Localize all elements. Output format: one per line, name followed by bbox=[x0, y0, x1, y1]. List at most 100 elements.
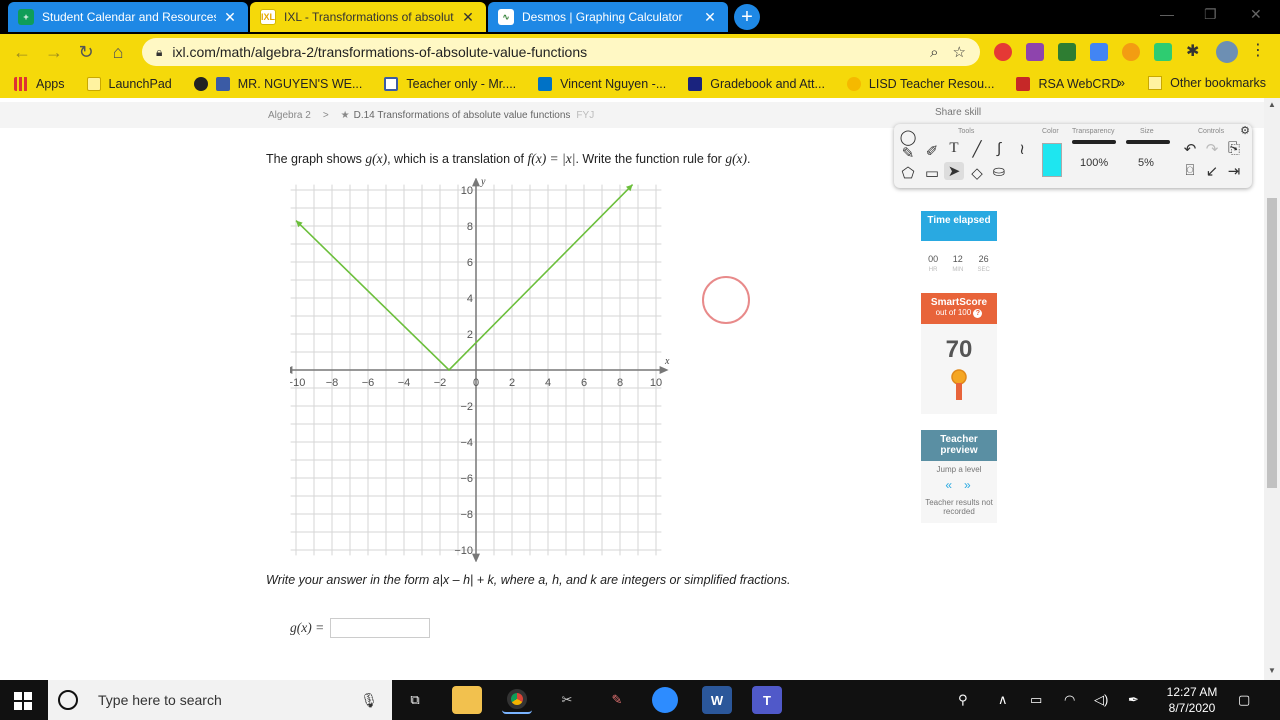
pointer-tool-icon[interactable]: ➤ bbox=[944, 162, 964, 180]
extension-translate-icon[interactable] bbox=[1090, 43, 1108, 61]
window-close-icon[interactable]: ✕ bbox=[1250, 6, 1262, 23]
timer-seconds: 26 SEC bbox=[977, 254, 990, 273]
tab-ixl[interactable]: IXL IXL - Transformations of absolute ✕ bbox=[250, 2, 486, 32]
squiggle-tool-icon[interactable]: ≀ bbox=[1012, 140, 1032, 158]
avatar[interactable] bbox=[1216, 41, 1238, 63]
back-icon[interactable]: ← bbox=[10, 40, 34, 64]
omnibox[interactable]: 🔒︎ ixl.com/math/algebra-2/transformation… bbox=[142, 38, 980, 66]
polygon-tool-icon[interactable]: ⬠ bbox=[898, 164, 918, 182]
graph-line bbox=[295, 184, 634, 372]
zoom-app-icon[interactable] bbox=[652, 687, 678, 713]
bookmark-lisd[interactable]: LISD Teacher Resou... bbox=[846, 77, 994, 91]
question-text: The graph shows g(x), which is a transla… bbox=[266, 151, 751, 166]
extension-record-icon[interactable] bbox=[994, 43, 1012, 61]
teams-icon[interactable]: T bbox=[752, 686, 782, 714]
battery-icon[interactable]: ▭ bbox=[1030, 692, 1042, 708]
maximize-icon[interactable]: ❐ bbox=[1204, 6, 1217, 23]
bookmark-apps[interactable]: Apps bbox=[14, 77, 65, 91]
new-tab-button[interactable]: + bbox=[734, 4, 760, 30]
line-tool-icon[interactable]: ╱ bbox=[967, 140, 987, 158]
scroll-down-icon[interactable]: ▼ bbox=[1264, 666, 1280, 675]
tac-icon bbox=[688, 77, 703, 91]
word-icon[interactable]: W bbox=[702, 686, 732, 714]
scroll-thumb[interactable] bbox=[1267, 198, 1277, 488]
bookmarks-bar: Apps LaunchPad MR. NGUYEN'S WE... Teache… bbox=[0, 70, 1280, 98]
camera-icon[interactable]: ⌼ bbox=[1180, 162, 1200, 179]
share-skill-link[interactable]: Share skill bbox=[935, 107, 981, 118]
text-tool-icon[interactable]: T bbox=[944, 140, 964, 157]
smartscore-box: 70 bbox=[921, 324, 997, 414]
redo-icon[interactable]: ↷ bbox=[1202, 140, 1222, 158]
clear-page-icon[interactable]: ⎘ bbox=[1224, 140, 1244, 157]
eraser-icon[interactable]: ◇ bbox=[967, 164, 987, 182]
tab-student-calendar[interactable]: + Student Calendar and Resources ✕ bbox=[8, 2, 248, 32]
bookmark-teacher-only[interactable]: Teacher only - Mr.... bbox=[384, 77, 516, 91]
star-icon[interactable]: ★ bbox=[341, 110, 350, 121]
people-icon[interactable]: ⚲ bbox=[958, 692, 968, 708]
size-slider[interactable] bbox=[1126, 140, 1170, 144]
wifi-icon[interactable]: ◠ bbox=[1064, 692, 1075, 708]
desmos-icon: ∿ bbox=[498, 9, 514, 25]
breadcrumb-course[interactable]: Algebra 2 bbox=[268, 110, 311, 121]
menu-icon[interactable]: ⋮ bbox=[1250, 40, 1268, 59]
puzzle-icon[interactable]: ✱ bbox=[1186, 41, 1204, 60]
color-label: Color bbox=[1042, 128, 1059, 135]
tab-desmos[interactable]: ∿ Desmos | Graphing Calculator ✕ bbox=[488, 2, 728, 32]
curve-tool-icon[interactable]: ∫ bbox=[989, 140, 1009, 157]
bookmark-nguyen-web[interactable]: MR. NGUYEN'S WE... bbox=[193, 77, 362, 91]
close-icon[interactable]: ✕ bbox=[460, 9, 476, 26]
more-bookmarks-icon[interactable]: » bbox=[1118, 76, 1125, 90]
level-up-icon[interactable]: » bbox=[964, 478, 983, 492]
scroll-up-icon[interactable]: ▲ bbox=[1264, 100, 1280, 109]
windows-start-icon[interactable] bbox=[14, 692, 32, 710]
transparency-slider[interactable] bbox=[1072, 140, 1116, 144]
pen-icon[interactable]: ✎ bbox=[898, 144, 918, 162]
settings-gear-icon[interactable]: ⚙ bbox=[1238, 124, 1252, 137]
extension-fw-icon[interactable] bbox=[1026, 43, 1044, 61]
tray-chevron-icon[interactable]: ∧ bbox=[998, 692, 1008, 708]
other-bookmarks[interactable]: Other bookmarks bbox=[1148, 76, 1266, 90]
level-down-icon[interactable]: « bbox=[945, 478, 964, 492]
highlighter-icon[interactable]: ✐ bbox=[922, 142, 942, 160]
info-icon[interactable]: ? bbox=[973, 309, 983, 318]
bookmark-vincent[interactable]: Vincent Nguyen -... bbox=[538, 77, 666, 91]
chrome-icon[interactable] bbox=[502, 686, 532, 714]
star-icon[interactable]: ☆ bbox=[953, 43, 966, 61]
file-explorer-icon[interactable] bbox=[452, 686, 482, 714]
microphone-icon[interactable]: 🎙︎ bbox=[360, 692, 378, 709]
paint-icon[interactable]: ✎ bbox=[602, 686, 632, 714]
pen-workspace-icon[interactable]: ✒ bbox=[1128, 692, 1139, 708]
exit-icon[interactable]: ⇥ bbox=[1224, 162, 1244, 180]
zoom-icon[interactable]: ⌕ bbox=[930, 44, 938, 61]
fill-bucket-icon[interactable]: ⛀ bbox=[989, 162, 1009, 180]
taskbar-search[interactable]: Type here to search 🎙︎ bbox=[48, 680, 392, 720]
minimize-icon[interactable]: — bbox=[1160, 6, 1174, 22]
breadcrumb-skill: D.14 Transformations of absolute value f… bbox=[353, 109, 571, 121]
rectangle-tool-icon[interactable]: ▭ bbox=[922, 164, 942, 182]
cortana-icon bbox=[58, 690, 78, 710]
color-swatch[interactable] bbox=[1042, 143, 1062, 177]
bookmark-rsa[interactable]: RSA WebCRD bbox=[1016, 77, 1120, 91]
extension-icon[interactable] bbox=[1122, 43, 1140, 61]
home-icon[interactable]: ⌂ bbox=[106, 40, 130, 64]
y-tick-label: −10 bbox=[454, 545, 473, 557]
undo-icon[interactable]: ↶ bbox=[1180, 140, 1200, 158]
close-icon[interactable]: ✕ bbox=[222, 9, 238, 26]
tools-label: Tools bbox=[958, 128, 975, 135]
extension-icon[interactable] bbox=[1154, 43, 1172, 61]
answer-row: g(x) = bbox=[290, 618, 431, 638]
close-icon[interactable]: ✕ bbox=[702, 9, 718, 26]
minimize-toolbox-icon[interactable]: ↙ bbox=[1202, 162, 1222, 180]
task-view-icon[interactable]: ⧉ bbox=[400, 686, 430, 714]
volume-icon[interactable]: ◁) bbox=[1094, 692, 1108, 708]
extension-icon[interactable] bbox=[1058, 43, 1076, 61]
page-scrollbar[interactable]: ▲ ▼ bbox=[1264, 98, 1280, 680]
snipping-tool-icon[interactable]: ✂ bbox=[552, 686, 582, 714]
reload-icon[interactable]: ↻ bbox=[74, 40, 98, 64]
taskbar-clock[interactable]: 12:27 AM 8/7/2020 bbox=[1156, 684, 1228, 716]
bookmark-gradebook[interactable]: Gradebook and Att... bbox=[688, 77, 825, 91]
notifications-icon[interactable]: ▢ bbox=[1238, 692, 1250, 708]
bookmark-launchpad[interactable]: LaunchPad bbox=[86, 77, 172, 91]
forward-icon[interactable]: → bbox=[42, 40, 66, 64]
answer-input[interactable] bbox=[330, 618, 431, 638]
